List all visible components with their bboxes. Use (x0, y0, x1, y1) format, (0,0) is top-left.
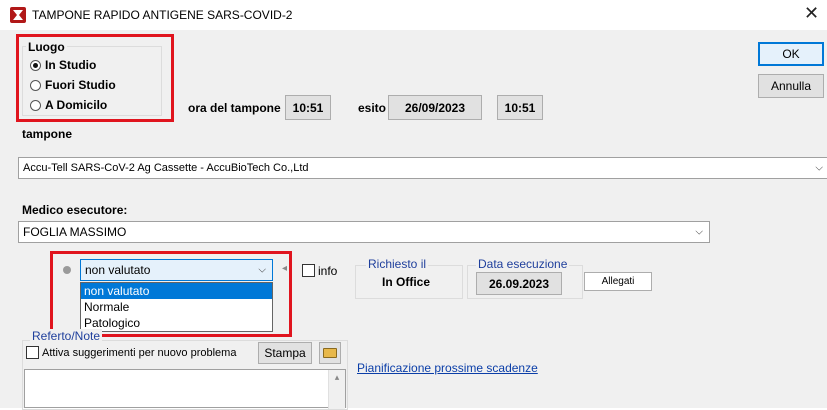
tampone-select[interactable]: Accu-Tell SARS-CoV-2 Ag Cassette - AccuB… (18, 157, 827, 179)
close-icon[interactable]: ✕ (804, 4, 819, 22)
chevron-down-icon: ⌵ (815, 162, 823, 174)
open-folder-button[interactable] (319, 342, 341, 364)
open-folder-icon (323, 348, 337, 358)
valutazione-highlight (50, 251, 292, 337)
referto-label: Referto/Note (30, 329, 103, 343)
ora-tampone-button[interactable]: 10:51 (285, 95, 331, 120)
info-checkbox[interactable] (302, 264, 315, 277)
tampone-label: tampone (22, 127, 73, 141)
title-bar: TAMPONE RAPIDO ANTIGENE SARS-COVID-2 ✕ (0, 0, 827, 30)
scroll-up-icon[interactable]: ▴ (329, 370, 345, 384)
window-title: TAMPONE RAPIDO ANTIGENE SARS-COVID-2 (32, 8, 293, 22)
app-logo-icon (10, 7, 26, 23)
esito-label: esito (358, 101, 387, 115)
info-label: info (318, 264, 338, 278)
suggerimenti-checkbox[interactable] (26, 346, 39, 359)
richiesto-label: Richiesto il (366, 257, 429, 271)
pianificazione-link[interactable]: Pianificazione prossime scadenze (357, 361, 538, 375)
chevron-down-icon: ⌵ (695, 226, 703, 238)
richiesto-value: In Office (382, 275, 431, 289)
vertical-scrollbar[interactable]: ▴ (328, 370, 345, 409)
medico-select[interactable]: FOGLIA MASSIMO ⌵ (18, 221, 710, 243)
suggerimenti-label: Attiva suggerimenti per nuovo problema (42, 347, 237, 359)
esito-date-button[interactable]: 26/09/2023 (388, 95, 482, 120)
esito-time-button[interactable]: 10:51 (497, 95, 543, 120)
esecuzione-label: Data esecuzione (476, 257, 570, 271)
medico-label: Medico esecutore: (22, 203, 128, 217)
ora-tampone-label: ora del tampone (188, 101, 281, 115)
ok-button[interactable]: OK (758, 42, 824, 66)
tampone-value: Accu-Tell SARS-CoV-2 Ag Cassette - AccuB… (23, 162, 309, 174)
arrow-left-icon: ◂ (282, 263, 288, 274)
cancel-button[interactable]: Annulla (758, 74, 824, 98)
stampa-button[interactable]: Stampa (258, 342, 312, 364)
luogo-highlight (16, 34, 174, 122)
allegati-button[interactable]: Allegati (584, 272, 652, 291)
data-esecuzione-button[interactable]: 26.09.2023 (476, 272, 562, 295)
referto-textarea[interactable]: ▴ (24, 369, 346, 409)
medico-value: FOGLIA MASSIMO (23, 225, 127, 239)
